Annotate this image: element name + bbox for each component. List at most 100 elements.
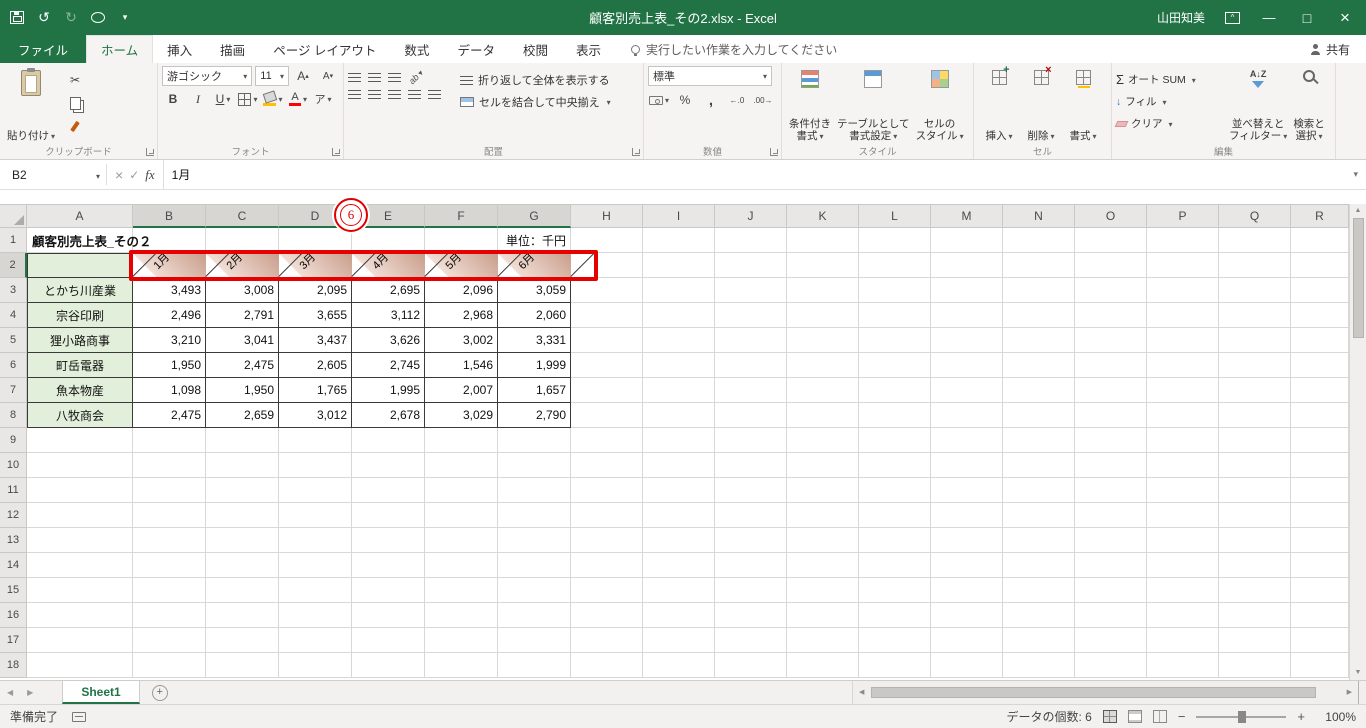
cell-L1[interactable] <box>859 228 931 253</box>
horizontal-scroll-thumb[interactable] <box>871 687 1316 698</box>
name-box[interactable]: B2 <box>0 160 106 189</box>
cell-P8[interactable] <box>1147 403 1219 428</box>
cell-P18[interactable] <box>1147 653 1219 678</box>
cell-B15[interactable] <box>133 578 206 603</box>
cell-R7[interactable] <box>1291 378 1349 403</box>
cell-R1[interactable] <box>1291 228 1349 253</box>
cell-K3[interactable] <box>787 278 859 303</box>
name-box-caret-icon[interactable] <box>94 168 100 182</box>
cell-L7[interactable] <box>859 378 931 403</box>
cell-G15[interactable] <box>498 578 571 603</box>
cell-K5[interactable] <box>787 328 859 353</box>
row-header-9[interactable]: 9 <box>0 428 27 453</box>
row-header-1[interactable]: 1 <box>0 228 27 253</box>
cell-R15[interactable] <box>1291 578 1349 603</box>
cell-H7[interactable] <box>571 378 643 403</box>
sheet-nav-left-icon[interactable] <box>0 681 20 704</box>
macro-record-icon[interactable] <box>72 711 87 722</box>
cell-O10[interactable] <box>1075 453 1147 478</box>
cell-B17[interactable] <box>133 628 206 653</box>
cell-Q10[interactable] <box>1219 453 1291 478</box>
cell-P3[interactable] <box>1147 278 1219 303</box>
row-header-16[interactable]: 16 <box>0 603 27 628</box>
cell-K6[interactable] <box>787 353 859 378</box>
formula-input[interactable]: 1月 <box>164 160 1346 189</box>
cell-P15[interactable] <box>1147 578 1219 603</box>
cell-G10[interactable] <box>498 453 571 478</box>
cell-D7[interactable]: 1,765 <box>279 378 352 403</box>
minimize-icon[interactable] <box>1260 10 1278 25</box>
cell-G16[interactable] <box>498 603 571 628</box>
cell-N2[interactable] <box>1003 253 1075 278</box>
cell-I1[interactable] <box>643 228 715 253</box>
cell-K16[interactable] <box>787 603 859 628</box>
currency-format-button[interactable] <box>648 91 670 109</box>
scroll-up-icon[interactable] <box>1355 207 1362 215</box>
column-header-M[interactable]: M <box>931 204 1003 228</box>
cell-F16[interactable] <box>425 603 498 628</box>
cell-M8[interactable] <box>931 403 1003 428</box>
underline-button[interactable] <box>212 90 234 108</box>
cell-D8[interactable]: 3,012 <box>279 403 352 428</box>
tab-ページ レイアウト[interactable]: ページ レイアウト <box>259 35 390 63</box>
cell-O8[interactable] <box>1075 403 1147 428</box>
row-header-2[interactable]: 2 <box>0 253 27 278</box>
decrease-decimal-button[interactable] <box>752 91 774 109</box>
cell-E9[interactable] <box>352 428 425 453</box>
cell-K10[interactable] <box>787 453 859 478</box>
column-header-R[interactable]: R <box>1291 204 1349 228</box>
column-header-H[interactable]: H <box>571 204 643 228</box>
cell-D16[interactable] <box>279 603 352 628</box>
cell-G11[interactable] <box>498 478 571 503</box>
cell-I14[interactable] <box>643 553 715 578</box>
tab-表示[interactable]: 表示 <box>562 35 615 63</box>
fill-button[interactable]: フィル <box>1116 92 1226 111</box>
cell-L3[interactable] <box>859 278 931 303</box>
cell-N17[interactable] <box>1003 628 1075 653</box>
sort-filter-button[interactable]: 並べ替えとフィルター <box>1226 66 1290 145</box>
cell-M6[interactable] <box>931 353 1003 378</box>
font-dialog-launcher-icon[interactable] <box>332 148 340 156</box>
cell-N8[interactable] <box>1003 403 1075 428</box>
cell-L15[interactable] <box>859 578 931 603</box>
cell-D10[interactable] <box>279 453 352 478</box>
cell-K8[interactable] <box>787 403 859 428</box>
cell-B12[interactable] <box>133 503 206 528</box>
font-size-select[interactable]: 11 <box>255 66 289 86</box>
cut-button[interactable] <box>64 71 86 89</box>
align-center-icon[interactable] <box>368 90 381 99</box>
cell-B8[interactable]: 2,475 <box>133 403 206 428</box>
phonetic-guide-button[interactable] <box>312 90 334 108</box>
row-header-3[interactable]: 3 <box>0 278 27 303</box>
cell-P2[interactable] <box>1147 253 1219 278</box>
cell-C18[interactable] <box>206 653 279 678</box>
cell-A9[interactable] <box>27 428 133 453</box>
format-cells-button[interactable]: 書式 <box>1062 66 1104 145</box>
column-header-J[interactable]: J <box>715 204 787 228</box>
page-layout-view-button[interactable] <box>1127 710 1142 723</box>
cell-F7[interactable]: 2,007 <box>425 378 498 403</box>
cell-M12[interactable] <box>931 503 1003 528</box>
redo-icon[interactable] <box>64 10 78 26</box>
tab-校閲[interactable]: 校閲 <box>509 35 562 63</box>
cell-O11[interactable] <box>1075 478 1147 503</box>
cell-B5[interactable]: 3,210 <box>133 328 206 353</box>
cell-Q3[interactable] <box>1219 278 1291 303</box>
cell-F14[interactable] <box>425 553 498 578</box>
cell-M2[interactable] <box>931 253 1003 278</box>
cell-N11[interactable] <box>1003 478 1075 503</box>
cell-E6[interactable]: 2,745 <box>352 353 425 378</box>
cell-J8[interactable] <box>715 403 787 428</box>
cell-B14[interactable] <box>133 553 206 578</box>
cell-O6[interactable] <box>1075 353 1147 378</box>
cell-N16[interactable] <box>1003 603 1075 628</box>
cell-P12[interactable] <box>1147 503 1219 528</box>
cell-F18[interactable] <box>425 653 498 678</box>
cell-J13[interactable] <box>715 528 787 553</box>
cell-R6[interactable] <box>1291 353 1349 378</box>
cell-P14[interactable] <box>1147 553 1219 578</box>
cell-D14[interactable] <box>279 553 352 578</box>
cell-L12[interactable] <box>859 503 931 528</box>
alignment-dialog-launcher-icon[interactable] <box>632 148 640 156</box>
format-painter-button[interactable] <box>64 117 86 135</box>
